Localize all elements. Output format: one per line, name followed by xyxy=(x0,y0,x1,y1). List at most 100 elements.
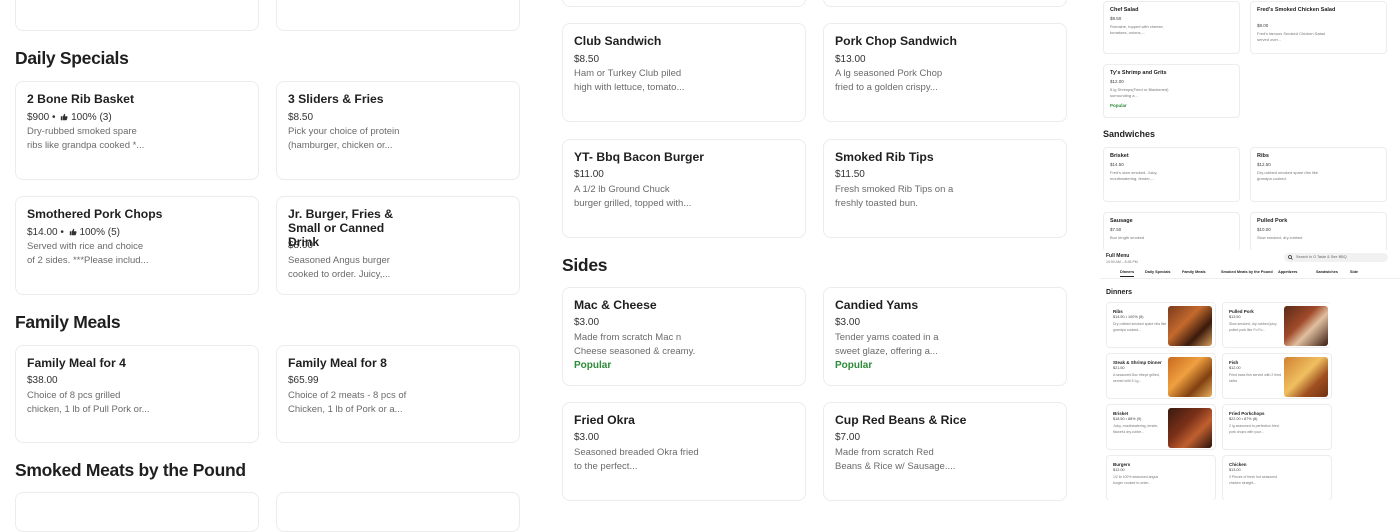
preview-item-card[interactable]: Ty's Shrimp and Grits $12.00 5 lg Shrimp… xyxy=(1103,64,1240,118)
item-description: Pick your choice of protein (hamburger, … xyxy=(288,126,400,151)
item-price: $8.00 xyxy=(288,240,314,251)
preview-item-card[interactable]: Fred's Smoked Chicken Salad $8.00 Fred's… xyxy=(1250,1,1387,54)
item-price: $900 • 100% (3) xyxy=(27,112,112,123)
menu-item-card[interactable] xyxy=(562,0,806,7)
menu-item-card[interactable]: Pork Chop Sandwich $13.00 A lg seasoned … xyxy=(823,23,1067,122)
section-title-smoked-meats: Smoked Meats by the Pound xyxy=(15,460,246,480)
menu-item-card[interactable] xyxy=(15,0,259,31)
preview-search[interactable]: Search in O Taste & See BBQ xyxy=(1284,253,1388,262)
item-price: $3.00 xyxy=(574,432,600,443)
preview-item-price: $12.50 xyxy=(1257,162,1271,167)
tab-daily-specials[interactable]: Daily Specials xyxy=(1145,270,1171,274)
preview-item-desc: 3 Pieces of fresh hot seasoned chicken s… xyxy=(1229,475,1278,485)
preview-item-card[interactable]: Chef Salad $9.50 Romaine, topped with ch… xyxy=(1103,1,1240,54)
preview-item-card[interactable]: Ribs $14.50 • 100% (8) Dry-rubbed smoked… xyxy=(1106,302,1331,348)
menu-item-card[interactable]: 3 Sliders & Fries $8.50 Pick your choice… xyxy=(276,81,520,180)
item-name: 3 Sliders & Fries xyxy=(288,92,384,106)
item-description: Seasoned breaded Okra fried to the perfe… xyxy=(574,447,699,472)
preview-item-name: Fried Porkchops xyxy=(1229,411,1265,416)
item-price: $8.50 xyxy=(574,54,600,65)
preview-item-price: $8.00 xyxy=(1257,23,1269,28)
preview-item-card[interactable]: Ribs $12.50 Dry-rubbed smoked spare ribs… xyxy=(1250,147,1387,202)
item-name: Fried Okra xyxy=(574,413,635,427)
tab-sandwiches[interactable]: Sandwiches xyxy=(1316,270,1338,274)
preview-dinner-card[interactable]: Fried Porkchops $22.00 • 87% (8) 2 lg se… xyxy=(1222,404,1332,450)
preview-dinner-card[interactable]: Fish $12.00 Fried bass fish served with … xyxy=(1222,353,1332,399)
preview-item-price: $18.50 • 88% (9) xyxy=(1113,417,1142,421)
preview-item-card[interactable]: Brisket $14.50 Fred's slow smoked. Juicy… xyxy=(1103,147,1240,202)
search-icon xyxy=(1288,255,1293,260)
item-description: Tender yams coated in a sweet glaze, off… xyxy=(835,332,939,357)
tab-dinners[interactable]: Dinners xyxy=(1120,270,1135,277)
item-price: $3.00 xyxy=(835,317,861,328)
preview-item-name: Brisket xyxy=(1110,153,1129,159)
preview-item-card[interactable]: Sausage $7.50 Bun length smoked xyxy=(1103,212,1240,252)
preview-header: Full Menu 10:00 AM – 8:45 PM Search in O… xyxy=(1100,250,1400,290)
section-title-daily-specials: Daily Specials xyxy=(15,48,129,68)
preview-item-name: Sausage xyxy=(1110,218,1133,224)
preview-dinner-card[interactable]: Burgers $12.00 1/2 lb 100% seasoned angu… xyxy=(1106,455,1216,500)
preview-dinner-row: Burgers $12.00 1/2 lb 100% seasoned angu… xyxy=(1106,455,1332,500)
item-price: $14.00 • 100% (5) xyxy=(27,227,121,238)
preview-item-name: Chicken xyxy=(1229,462,1247,467)
preview-dinner-card[interactable]: Ribs $14.50 • 100% (8) Dry-rubbed smoked… xyxy=(1106,302,1216,348)
item-name: Mac & Cheese xyxy=(574,298,657,312)
menu-item-card[interactable]: Family Meal for 8 $65.99 Choice of 2 mea… xyxy=(276,345,520,443)
preview-item-price: $7.50 xyxy=(1110,227,1122,232)
preview-dinner-card[interactable]: Pulled Pork $13.50 Slow smoked, dry-rubb… xyxy=(1222,302,1331,348)
preview-item-name: Ty's Shrimp and Grits xyxy=(1110,70,1167,76)
menu-item-card[interactable] xyxy=(15,492,259,532)
divider xyxy=(1100,278,1400,279)
preview-item-name: Chef Salad xyxy=(1110,7,1139,13)
search-placeholder: Search in O Taste & See BBQ xyxy=(1296,255,1347,259)
item-description: Choice of 2 meats - 8 pcs of Chicken, 1 … xyxy=(288,390,407,415)
menu-item-card[interactable]: Jr. Burger, Fries & Small or Canned Drin… xyxy=(276,196,520,295)
food-image xyxy=(1284,357,1328,397)
item-description: A 1/2 lb Ground Chuck burger grilled, to… xyxy=(574,184,692,209)
tab-smoked-meats[interactable]: Smoked Meats by the Pound xyxy=(1221,270,1273,274)
preview-dinner-row: Steak & Shrimp Dinner $21.50 A seasoned … xyxy=(1106,353,1332,399)
preview-item-card[interactable]: Pulled Pork $10.00 Slow smoked, dry-rubb… xyxy=(1250,212,1387,252)
menu-item-card[interactable]: Family Meal for 4 $38.00 Choice of 8 pcs… xyxy=(15,345,259,443)
item-description: Dry-rubbed smoked spare ribs like grandp… xyxy=(27,126,145,151)
preview-item-price: $10.00 xyxy=(1257,227,1271,232)
popular-badge: Popular xyxy=(574,360,612,371)
preview-item-price: $21.50 xyxy=(1113,366,1125,370)
menu-item-card[interactable]: Fried Okra $3.00 Seasoned breaded Okra f… xyxy=(562,402,806,501)
preview-dinner-card[interactable]: Chicken $13.00 3 Pieces of fresh hot sea… xyxy=(1222,455,1332,500)
menu-item-card[interactable]: YT- Bbq Bacon Burger $11.00 A 1/2 lb Gro… xyxy=(562,139,806,238)
item-price: $3.00 xyxy=(574,317,600,328)
item-description: Served with rice and choice of 2 sides. … xyxy=(27,241,149,266)
item-name: Candied Yams xyxy=(835,298,919,312)
menu-item-card[interactable]: Club Sandwich $8.50 Ham or Turkey Club p… xyxy=(562,23,806,122)
item-description: A lg seasoned Pork Chop fried to a golde… xyxy=(835,68,943,93)
menu-item-card[interactable] xyxy=(276,0,520,31)
item-description: Seasoned Angus burger cooked to order. J… xyxy=(288,255,391,280)
preview-dinner-row: Brisket $18.50 • 88% (9) Juicy, mouthwat… xyxy=(1106,404,1332,450)
preview-item-price: $12.00 xyxy=(1110,79,1124,84)
item-name: Cup Red Beans & Rice xyxy=(835,413,967,427)
tab-sides[interactable]: Side xyxy=(1350,270,1358,274)
preview-dinner-card[interactable]: Brisket $18.50 • 88% (9) Juicy, mouthwat… xyxy=(1106,404,1216,450)
food-image xyxy=(1168,408,1212,448)
preview-item-name: Ribs xyxy=(1257,153,1269,159)
menu-item-card[interactable] xyxy=(823,0,1067,7)
preview-item-desc: 1/2 lb 100% seasoned angus burger cooked… xyxy=(1113,475,1159,485)
item-name: Family Meal for 4 xyxy=(27,356,126,370)
menu-item-card[interactable]: Smothered Pork Chops $14.00 • 100% (5) S… xyxy=(15,196,259,295)
menu-item-card[interactable]: Candied Yams $3.00 Tender yams coated in… xyxy=(823,287,1067,386)
preview-dinner-card[interactable]: Steak & Shrimp Dinner $21.50 A seasoned … xyxy=(1106,353,1216,399)
item-price: $7.00 xyxy=(835,432,861,443)
menu-item-card[interactable]: Mac & Cheese $3.00 Made from scratch Mac… xyxy=(562,287,806,386)
item-price: $13.00 xyxy=(835,54,866,65)
menu-item-card[interactable] xyxy=(276,492,520,532)
item-description: Made from scratch Mac n Cheese seasoned … xyxy=(574,332,696,357)
preview-item-price: $13.00 xyxy=(1229,468,1241,472)
tab-appetizers[interactable]: Appetizers xyxy=(1278,270,1297,274)
item-price: $11.50 xyxy=(835,169,865,180)
tab-family-meals[interactable]: Family Meals xyxy=(1182,270,1206,274)
menu-item-card[interactable]: 2 Bone Rib Basket $900 • 100% (3) Dry-ru… xyxy=(15,81,259,180)
menu-item-card[interactable]: Smoked Rib Tips $11.50 Fresh smoked Rib … xyxy=(823,139,1067,238)
menu-item-card[interactable]: Cup Red Beans & Rice $7.00 Made from scr… xyxy=(823,402,1067,501)
preview-item-desc: Dry-rubbed smoked spare ribs like grandp… xyxy=(1257,170,1318,181)
